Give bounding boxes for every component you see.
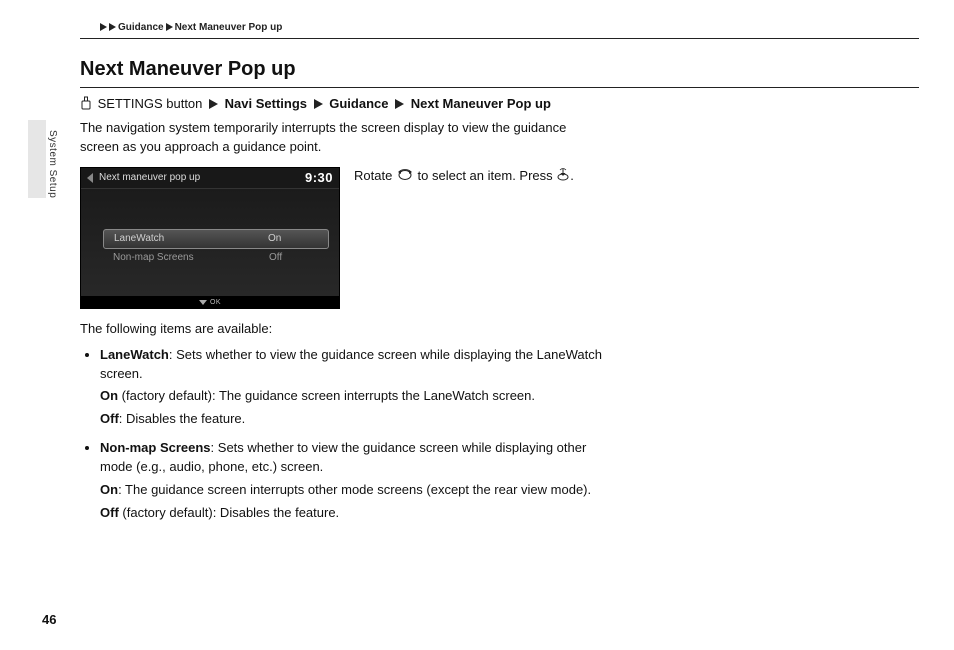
on-desc: : The guidance screen interrupts other m… <box>118 482 591 497</box>
triangle-icon <box>209 97 218 112</box>
item-name: LaneWatch <box>100 347 169 362</box>
row-value: Off <box>269 252 319 263</box>
item-desc: : Sets whether to view the guidance scre… <box>100 347 602 381</box>
clock: 9:30 <box>305 170 333 185</box>
press-icon <box>556 167 570 186</box>
screenshot-footer: OK <box>81 297 339 308</box>
breadcrumb-page: Next Maneuver Pop up <box>175 22 283 33</box>
on-desc: (factory default): The guidance screen i… <box>118 388 535 403</box>
device-screenshot: Next maneuver pop up 9:30 LaneWatch On N… <box>80 167 340 309</box>
breadcrumb: Guidance Next Maneuver Pop up <box>100 22 282 33</box>
off-label: Off <box>100 411 119 426</box>
list-item: LaneWatch: Sets whether to view the guid… <box>100 346 610 429</box>
row-label: LaneWatch <box>114 233 164 244</box>
triangle-icon <box>395 97 404 112</box>
intro-text: The navigation system temporarily interr… <box>80 119 590 157</box>
screenshot-header: Next maneuver pop up 9:30 <box>81 168 339 188</box>
menu-row-selected: LaneWatch On <box>103 229 329 249</box>
off-desc: (factory default): Disables the feature. <box>119 505 339 520</box>
content-area: Next Maneuver Pop up SETTINGS button Nav… <box>80 58 919 533</box>
text: Rotate <box>354 168 396 183</box>
page-title: Next Maneuver Pop up <box>80 58 919 88</box>
rotate-instruction: Rotate to select an item. Press . <box>354 167 574 186</box>
triangle-icon <box>314 97 323 112</box>
screenshot-title: Next maneuver pop up <box>99 172 200 183</box>
settings-button-icon <box>80 96 92 113</box>
figure-row: Next maneuver pop up 9:30 LaneWatch On N… <box>80 167 919 309</box>
text: . <box>570 168 574 183</box>
path-start: SETTINGS button <box>98 96 203 111</box>
side-tab <box>28 120 46 198</box>
page-number: 46 <box>42 612 56 627</box>
off-desc: : Disables the feature. <box>119 411 245 426</box>
screenshot-body: LaneWatch On Non-map Screens Off <box>81 188 339 296</box>
dial-icon <box>396 167 414 186</box>
text: to select an item. Press <box>414 168 556 183</box>
row-value: On <box>268 233 318 244</box>
path-step: Navi Settings <box>225 96 307 111</box>
path-step: Guidance <box>329 96 388 111</box>
item-name: Non-map Screens <box>100 440 211 455</box>
triangle-icon <box>166 23 173 31</box>
side-tab-label: System Setup <box>47 130 58 198</box>
on-label: On <box>100 388 118 403</box>
breadcrumb-section: Guidance <box>118 22 164 33</box>
ok-label: OK <box>210 299 221 306</box>
header-divider <box>80 38 919 39</box>
row-label: Non-map Screens <box>113 252 194 263</box>
back-arrow-icon <box>87 173 93 183</box>
list-item: Non-map Screens: Sets whether to view th… <box>100 439 610 522</box>
path-step: Next Maneuver Pop up <box>411 96 551 111</box>
manual-page: Guidance Next Maneuver Pop up System Setu… <box>0 0 954 650</box>
items-list: LaneWatch: Sets whether to view the guid… <box>80 346 610 523</box>
triangle-icon <box>109 23 116 31</box>
menu-row: Non-map Screens Off <box>103 249 329 267</box>
off-label: Off <box>100 505 119 520</box>
available-intro: The following items are available: <box>80 321 919 336</box>
on-label: On <box>100 482 118 497</box>
settings-path: SETTINGS button Navi Settings Guidance N… <box>80 96 919 113</box>
triangle-icon <box>100 23 107 31</box>
down-arrow-icon <box>199 300 207 305</box>
